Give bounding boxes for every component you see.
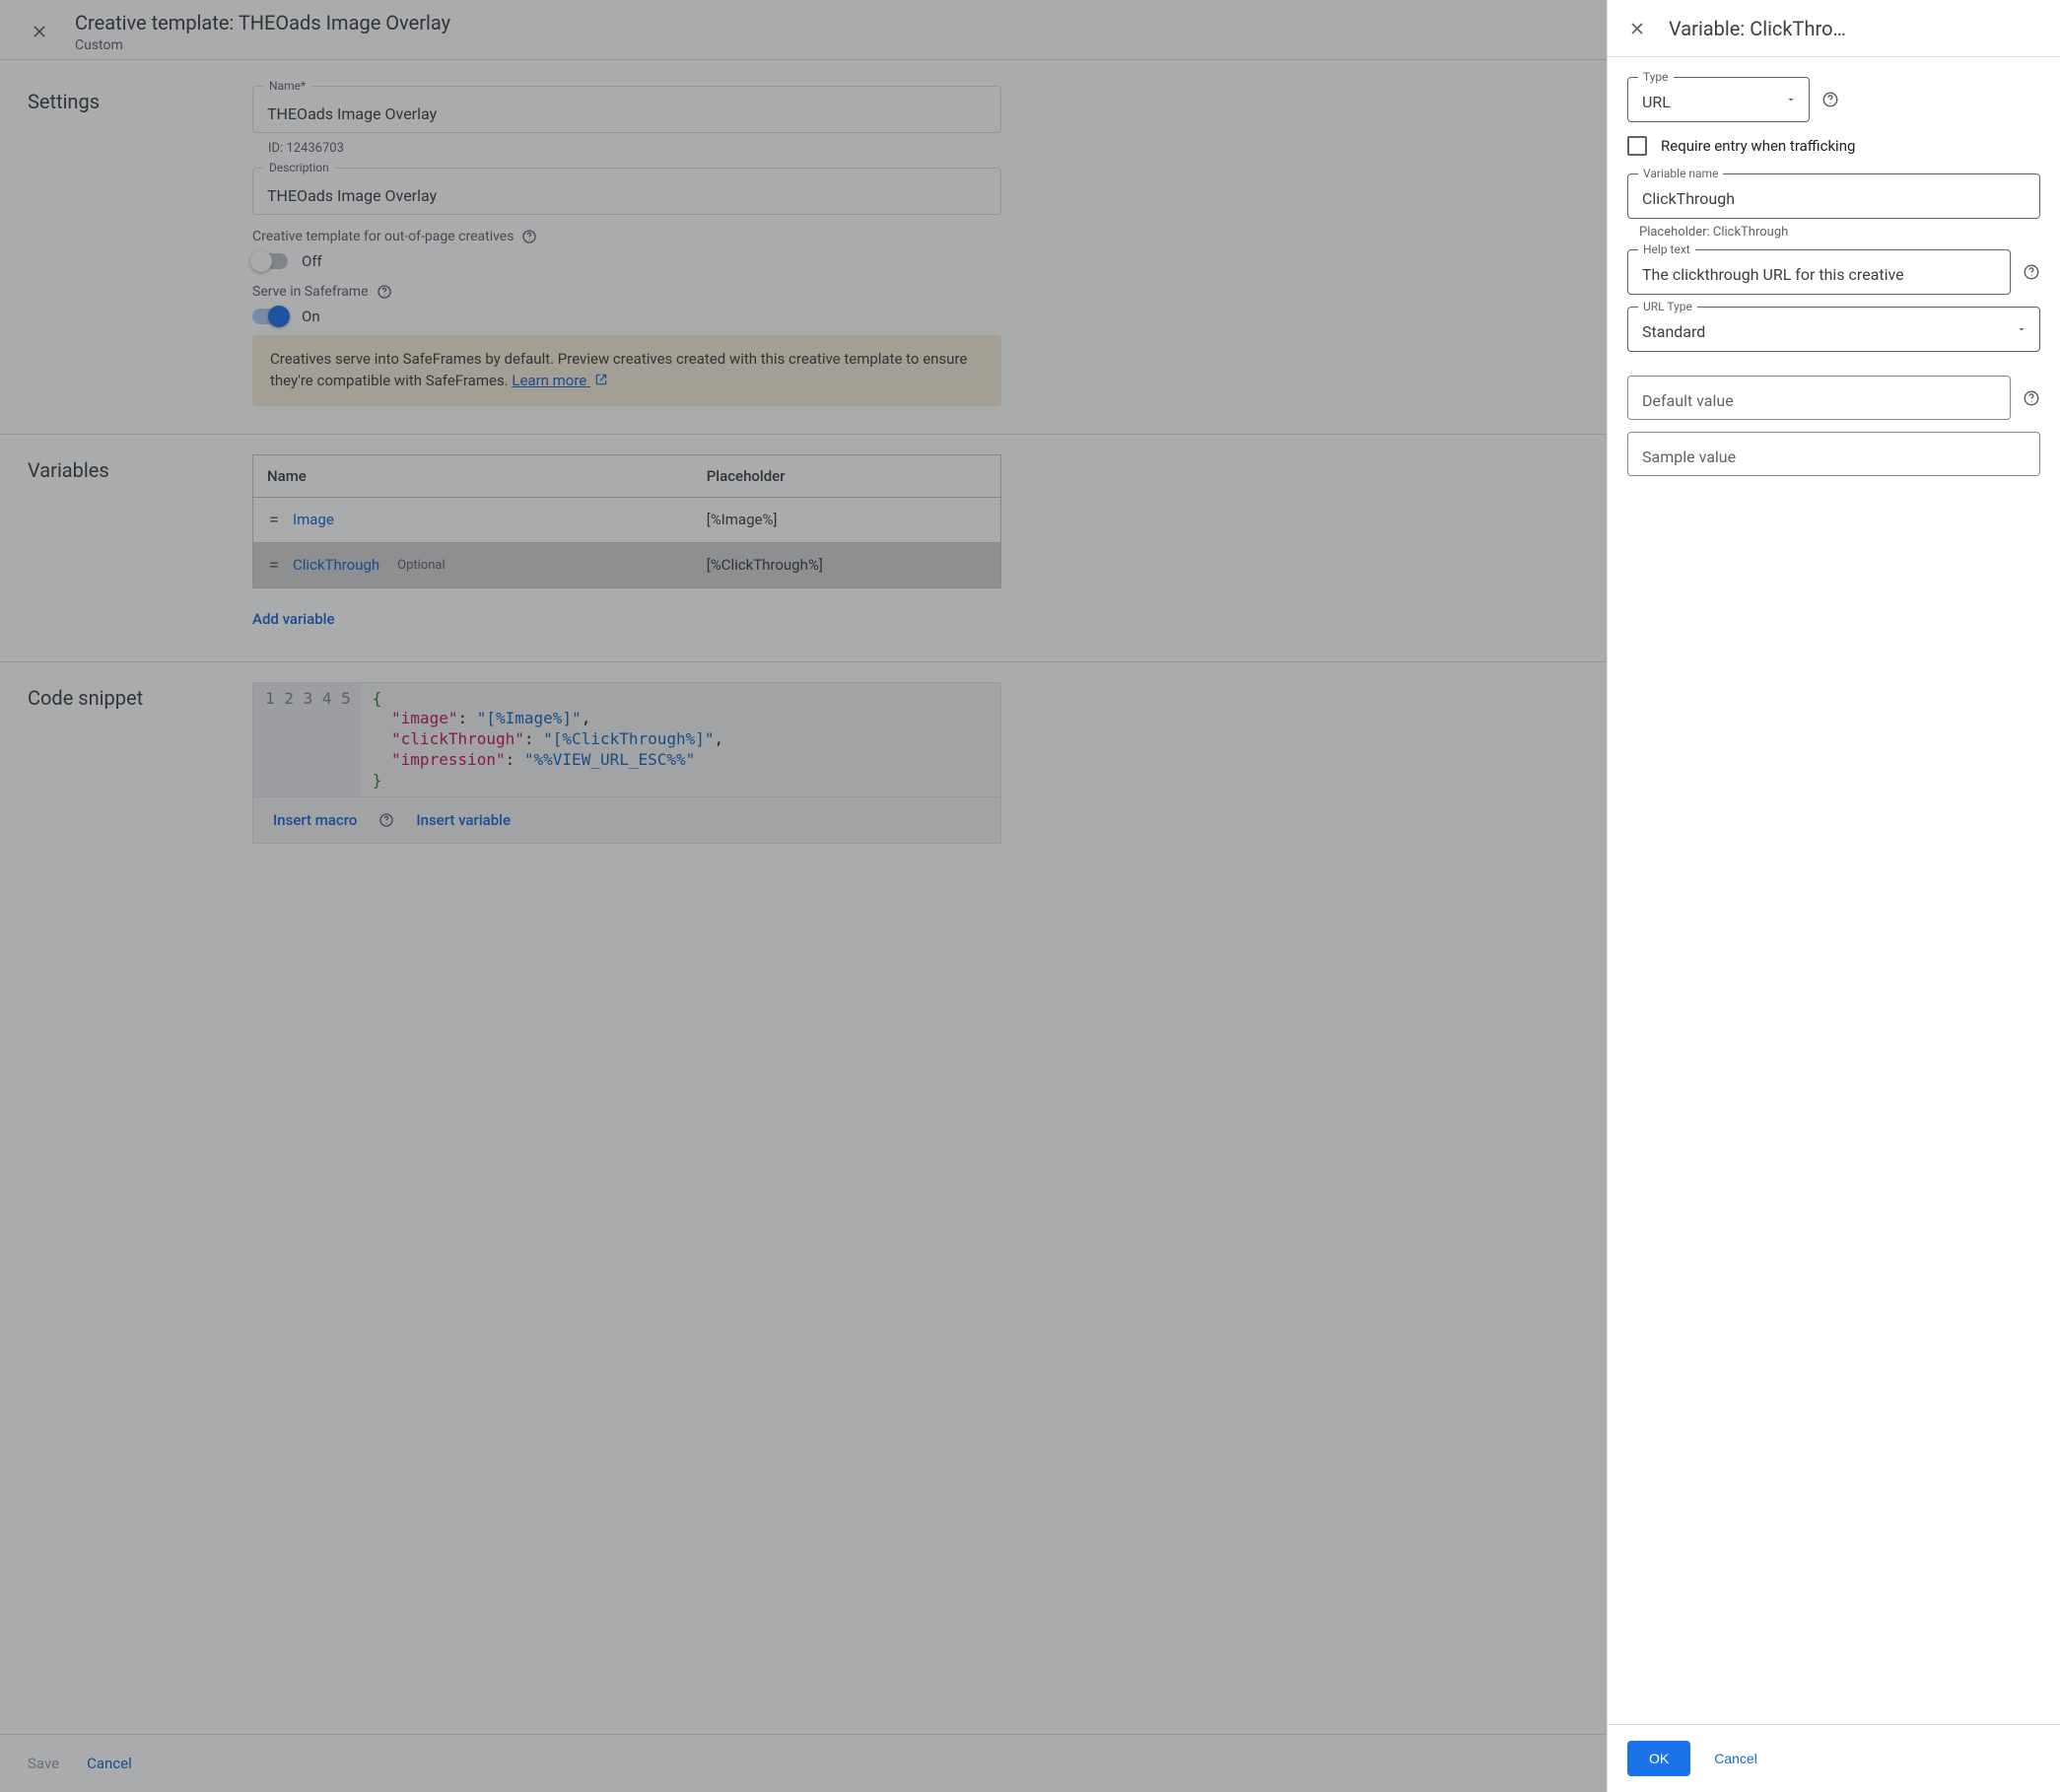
cancel-button[interactable]: Cancel — [1710, 1741, 1761, 1776]
variable-name-value: ClickThrough — [1642, 189, 2026, 209]
chevron-down-icon — [2016, 323, 2027, 335]
default-value-field[interactable]: Default value — [1627, 376, 2011, 420]
sample-value-placeholder: Sample value — [1642, 448, 2026, 466]
help-text-field[interactable]: Help text The clickthrough URL for this … — [1627, 249, 2011, 295]
type-select-value: URL — [1642, 93, 1795, 112]
type-select-label: Type — [1638, 70, 1674, 84]
url-type-label: URL Type — [1638, 300, 1697, 313]
variable-name-subtext: Placeholder: ClickThrough — [1639, 225, 2040, 240]
help-icon[interactable] — [2023, 263, 2040, 281]
help-icon[interactable] — [2023, 389, 2040, 407]
help-text-label: Help text — [1638, 242, 1695, 256]
close-icon — [1627, 19, 1647, 38]
require-entry-label: Require entry when trafficking — [1661, 137, 1855, 155]
panel-header: Variable: ClickThro… — [1608, 0, 2060, 57]
close-panel-button[interactable] — [1625, 17, 1649, 40]
require-entry-checkbox[interactable] — [1627, 136, 1647, 156]
panel-footer: OK Cancel — [1608, 1724, 2060, 1792]
url-type-value: Standard — [1642, 322, 2026, 342]
variable-name-field[interactable]: Variable name ClickThrough — [1627, 173, 2040, 219]
default-value-placeholder: Default value — [1642, 391, 1996, 410]
sample-value-field[interactable]: Sample value — [1627, 432, 2040, 476]
panel-title: Variable: ClickThro… — [1669, 17, 2042, 40]
url-type-select[interactable]: URL Type Standard — [1627, 307, 2040, 352]
help-icon[interactable] — [1821, 91, 1839, 108]
variable-name-label: Variable name — [1638, 167, 1723, 180]
variable-panel: Variable: ClickThro… Type URL Require en… — [1607, 0, 2060, 1792]
type-select[interactable]: Type URL — [1627, 77, 1810, 122]
help-text-value: The clickthrough URL for this creative — [1642, 265, 1996, 285]
page-root: Creative template: THEOads Image Overlay… — [0, 0, 2060, 1792]
chevron-down-icon — [1785, 94, 1797, 105]
ok-button[interactable]: OK — [1627, 1741, 1690, 1776]
